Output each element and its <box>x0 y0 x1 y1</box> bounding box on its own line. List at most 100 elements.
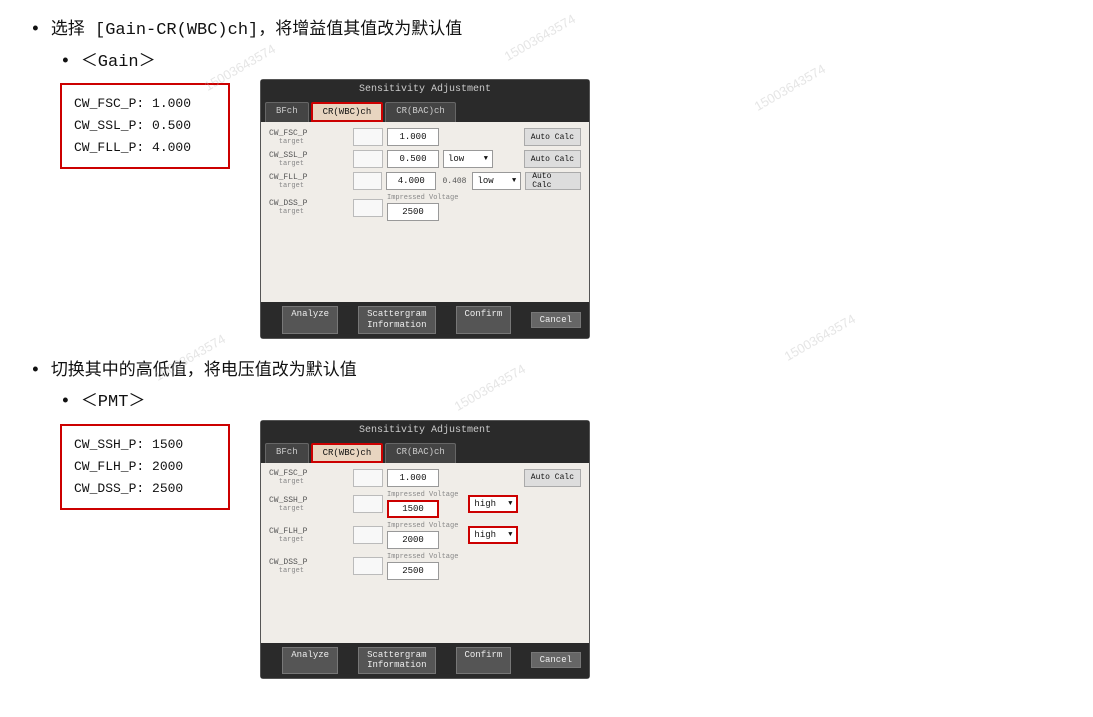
dialog2-tabs: BFch CR(WBC)ch CR(BAC)ch <box>261 440 589 463</box>
d2-row3-empty[interactable] <box>353 526 383 544</box>
dialog1-confirm-btn[interactable]: Confirm <box>456 306 512 334</box>
dialog1-tab-crwbc[interactable]: CR(WBC)ch <box>311 102 384 122</box>
info-line2: CW_SSL_P: 0.500 <box>74 115 216 137</box>
d2-row1-sublabel: target <box>269 478 304 486</box>
info-line1: CW_FSC_P: 1.000 <box>74 93 216 115</box>
row2-sublabel: target <box>269 160 304 168</box>
row4-sublabel: target <box>269 208 304 216</box>
section1-sub-bullet: • ＜Gain＞ <box>60 50 1063 76</box>
dialog1-tab-bfch[interactable]: BFch <box>265 102 309 122</box>
section2-sub-bullet: • ＜PMT＞ <box>60 390 1063 416</box>
dialog1-row2: CW_SSL_P target 0.500 low ▼ Auto Calc <box>269 150 581 168</box>
dialog2-title: Sensitivity Adjustment <box>261 421 589 440</box>
dialog1-row3: CW_FLL_P target 4.000 0.408 low ▼ Auto C… <box>269 172 581 190</box>
d2-row1-autocalc[interactable]: Auto Calc <box>524 469 581 487</box>
row2-dropdown-val: low <box>448 154 464 164</box>
row4-label: CW_DSS_P <box>269 199 314 208</box>
dialog2-scattergram-btn[interactable]: ScattergramInformation <box>358 647 435 675</box>
dialog1-analyze-btn[interactable]: Analyze <box>282 306 338 334</box>
dialog2-confirm-btn[interactable]: Confirm <box>456 647 512 675</box>
dialog1-row1: CW_FSC_P target 1.000 Auto Calc <box>269 128 581 146</box>
row3-dropdown-arrow: ▼ <box>512 177 516 185</box>
d2-row2-imp-label: Impressed Voltage <box>387 491 458 499</box>
row2-dropdown-arrow: ▼ <box>484 155 488 163</box>
dialog1-body: CW_FSC_P target 1.000 Auto Calc CW_SSL_P… <box>261 122 589 302</box>
bullet-dot-2: • <box>60 50 71 75</box>
row3-label: CW_FLL_P <box>269 173 314 182</box>
row1-empty[interactable] <box>353 128 383 146</box>
row3-empty[interactable] <box>353 172 382 190</box>
section1-infobox: CW_FSC_P: 1.000 CW_SSL_P: 0.500 CW_FLL_P… <box>60 83 230 169</box>
dialog2-footer: Analyze ScattergramInformation Confirm C… <box>261 643 589 679</box>
d2-row4-empty[interactable] <box>353 557 383 575</box>
d2-row2-empty[interactable] <box>353 495 383 513</box>
dialog1-title: Sensitivity Adjustment <box>261 80 589 99</box>
section2-bullet1: • 切换其中的高低值，将电压值改为默认值 <box>30 359 1063 385</box>
row1-value[interactable]: 1.000 <box>387 128 439 146</box>
row2-label: CW_SSL_P <box>269 151 314 160</box>
row4-imp-value[interactable]: 2500 <box>387 203 439 221</box>
d2-row2-dropdown[interactable]: high ▼ <box>468 495 518 513</box>
row1-autocalc[interactable]: Auto Calc <box>524 128 581 146</box>
d2-row4-imp-value[interactable]: 2500 <box>387 562 439 580</box>
row3-dropdown[interactable]: low ▼ <box>472 172 521 190</box>
section2-infobox: CW_SSH_P: 1500 CW_FLH_P: 2000 CW_DSS_P: … <box>60 424 230 510</box>
dialog1-footer: Analyze ScattergramInformation Confirm C… <box>261 302 589 338</box>
dialog1-scattergram-btn[interactable]: ScattergramInformation <box>358 306 435 334</box>
row4-empty[interactable] <box>353 199 383 217</box>
section1-bullet2-text: ＜Gain＞ <box>81 50 156 76</box>
dialog1-tabs: BFch CR(WBC)ch CR(BAC)ch <box>261 99 589 122</box>
info2-line3: CW_DSS_P: 2500 <box>74 478 216 500</box>
section2-bullet2-text: ＜PMT＞ <box>81 390 146 416</box>
d2-row2-arrow: ▼ <box>508 500 512 508</box>
dialog1-tab-crbac[interactable]: CR(BAC)ch <box>385 102 456 122</box>
row3-autocalc[interactable]: Auto Calc <box>525 172 581 190</box>
d2-row2-dropdown-val: high <box>474 499 496 509</box>
dialog2: Sensitivity Adjustment BFch CR(WBC)ch CR… <box>260 420 590 680</box>
section1-bullet1: • 选择 [Gain-CR(WBC)ch]，将增益值其值改为默认值 <box>30 18 1063 44</box>
row2-value[interactable]: 0.500 <box>387 150 439 168</box>
dialog1-row4: CW_DSS_P target Impressed Voltage 2500 <box>269 194 581 221</box>
d2-row3-imp-label: Impressed Voltage <box>387 522 458 530</box>
d2-row2-sublabel: target <box>269 505 304 513</box>
d2-row3-dropdown[interactable]: high ▼ <box>468 526 518 544</box>
row2-empty[interactable] <box>353 150 383 168</box>
bullet-dot-4: • <box>60 390 71 415</box>
dialog2-body: CW_FSC_P target 1.000 Auto Calc CW_SSH_P… <box>261 463 589 643</box>
d2-row2-label: CW_SSH_P <box>269 496 314 505</box>
row3-value[interactable]: 4.000 <box>386 172 436 190</box>
dialog2-tab-bfch[interactable]: BFch <box>265 443 309 463</box>
row1-label: CW_FSC_P <box>269 129 314 138</box>
dialog2-tab-crwbc[interactable]: CR(WBC)ch <box>311 443 384 463</box>
row3-sublabel: target <box>269 182 304 190</box>
dialog1: Sensitivity Adjustment BFch CR(WBC)ch CR… <box>260 79 590 339</box>
row4-imp-label: Impressed Voltage <box>387 194 458 202</box>
dialog2-row2: CW_SSH_P target Impressed Voltage 1500 h… <box>269 491 581 518</box>
dialog2-row4: CW_DSS_P target Impressed Voltage 2500 <box>269 553 581 580</box>
dialog1-cancel-btn[interactable]: Cancel <box>531 312 581 328</box>
dialog2-footer-center: Analyze ScattergramInformation Confirm <box>269 647 525 675</box>
row2-autocalc[interactable]: Auto Calc <box>524 150 581 168</box>
info2-line2: CW_FLH_P: 2000 <box>74 456 216 478</box>
row3-dropdown-val: low <box>477 176 493 186</box>
dialog2-tab-crbac[interactable]: CR(BAC)ch <box>385 443 456 463</box>
d2-row3-label: CW_FLH_P <box>269 527 314 536</box>
info2-line1: CW_SSH_P: 1500 <box>74 434 216 456</box>
row2-dropdown[interactable]: low ▼ <box>443 150 493 168</box>
info-line3: CW_FLL_P: 4.000 <box>74 137 216 159</box>
dialog2-analyze-btn[interactable]: Analyze <box>282 647 338 675</box>
row1-sublabel: target <box>269 138 304 146</box>
d2-row1-value[interactable]: 1.000 <box>387 469 439 487</box>
row3-small-value: 0.408 <box>442 177 466 186</box>
d2-row2-imp-value[interactable]: 1500 <box>387 500 439 518</box>
d2-row3-imp-value[interactable]: 2000 <box>387 531 439 549</box>
bullet-dot-3: • <box>30 359 41 384</box>
section2-block: CW_SSH_P: 1500 CW_FLH_P: 2000 CW_DSS_P: … <box>60 420 1063 680</box>
dialog2-cancel-btn[interactable]: Cancel <box>531 652 581 668</box>
section1-bullet1-text: 选择 [Gain-CR(WBC)ch]，将增益值其值改为默认值 <box>51 18 462 44</box>
d2-row3-sublabel: target <box>269 536 304 544</box>
section2-bullet1-text: 切换其中的高低值，将电压值改为默认值 <box>51 359 357 385</box>
d2-row4-imp-label: Impressed Voltage <box>387 553 458 561</box>
bullet-dot-1: • <box>30 18 41 43</box>
d2-row1-empty[interactable] <box>353 469 383 487</box>
